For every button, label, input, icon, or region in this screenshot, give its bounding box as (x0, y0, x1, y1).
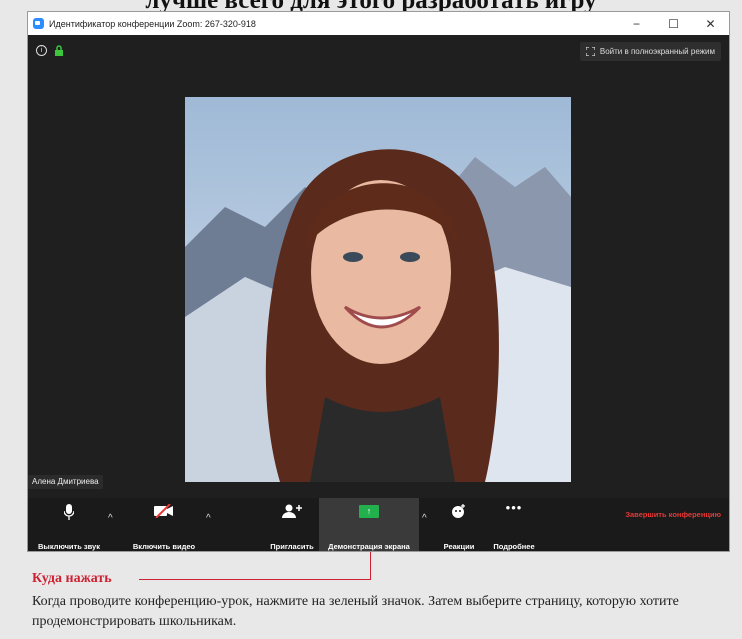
meeting-toolbar: Выключить звук ^ Включить видео ^ Пригла… (28, 498, 729, 551)
title-bar: Идентификатор конференции Zoom: 267-320-… (28, 12, 729, 35)
microphone-icon (64, 504, 74, 520)
callout-title: Куда нажать (32, 571, 116, 587)
participant-name-tag: Алена Дмитриева (28, 475, 103, 489)
audio-options-caret[interactable]: ^ (108, 513, 113, 524)
share-screen-button[interactable]: ↑ Демонстрация экрана (319, 498, 419, 551)
start-video-label: Включить видео (132, 542, 196, 551)
zoom-window: Идентификатор конференции Zoom: 267-320-… (27, 11, 730, 552)
close-button[interactable]: ✕ (692, 17, 729, 31)
callout-description: Когда проводите конференцию-урок, нажмит… (32, 594, 679, 629)
video-stage: i Войти в полноэкранный режим (28, 35, 729, 498)
video-off-icon (154, 504, 173, 518)
reactions-label: Реакции (443, 542, 475, 551)
share-options-caret[interactable]: ^ (422, 513, 427, 524)
more-label: Подробнее (493, 542, 535, 551)
info-icon[interactable]: i (36, 45, 47, 56)
fullscreen-button[interactable]: Войти в полноэкранный режим (579, 42, 721, 61)
mute-label: Выключить звук (38, 542, 100, 551)
add-user-icon (282, 504, 302, 518)
lock-icon[interactable] (54, 45, 64, 56)
window-controls: − ☐ ✕ (618, 17, 729, 31)
maximize-button[interactable]: ☐ (655, 17, 692, 31)
start-video-button[interactable]: Включить видео (120, 498, 208, 551)
invite-label: Пригласить (270, 542, 314, 551)
reactions-button[interactable]: Реакции (432, 498, 486, 551)
mute-button[interactable]: Выключить звук (28, 498, 110, 551)
fullscreen-label: Войти в полноэкранный режим (599, 47, 715, 56)
share-screen-label: Демонстрация экрана (328, 542, 410, 551)
minimize-button[interactable]: − (618, 17, 655, 31)
fullscreen-icon (585, 47, 595, 56)
participant-video (185, 97, 571, 482)
video-options-caret[interactable]: ^ (206, 513, 211, 524)
zoom-app-icon (33, 18, 44, 29)
more-icon: ••• (505, 500, 523, 515)
share-screen-icon: ↑ (359, 505, 379, 518)
callout-pointer-horizontal (139, 579, 371, 580)
callout-pointer-vertical (370, 552, 371, 580)
reaction-icon (452, 504, 465, 518)
more-button[interactable]: ••• Подробнее (488, 498, 540, 551)
end-meeting-button[interactable]: Завершить конференцию (625, 510, 721, 519)
window-title: Идентификатор конференции Zoom: 267-320-… (49, 18, 256, 29)
invite-button[interactable]: Пригласить (260, 498, 324, 551)
